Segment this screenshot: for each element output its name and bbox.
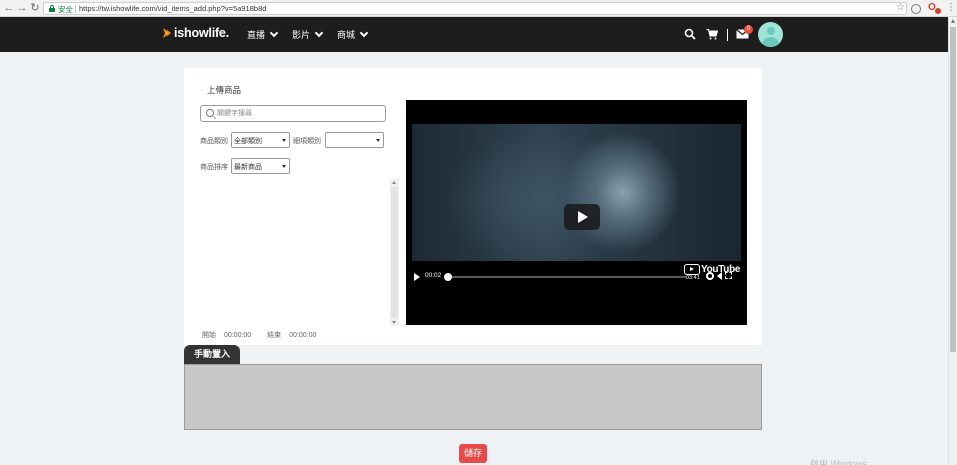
nav-live-label: 直播 bbox=[247, 30, 266, 40]
time-range: 開始 00:00:00 結束 00:00:00 bbox=[202, 330, 322, 340]
end-time[interactable]: 00:00:00 bbox=[289, 332, 316, 339]
site-header: ishowlife. 直播 影片 商城 0 bbox=[0, 17, 948, 52]
sort-select-value: 最新商品 bbox=[234, 164, 262, 171]
chevron-down-icon bbox=[269, 28, 279, 37]
nav-shop[interactable]: 商城 bbox=[337, 28, 369, 41]
bookmark-star-icon[interactable]: ☆ bbox=[896, 2, 905, 14]
product-list bbox=[200, 179, 399, 326]
logo-flame-icon bbox=[163, 28, 171, 38]
category-select-value: 全部類別 bbox=[234, 138, 262, 145]
cart-icon[interactable] bbox=[706, 28, 718, 40]
save-button[interactable]: 儲存 bbox=[459, 444, 487, 463]
logo-text: ishowlife. bbox=[174, 26, 229, 40]
page-title: 上傳商品 bbox=[207, 85, 242, 95]
lock-icon bbox=[49, 5, 55, 12]
chevron-down-icon bbox=[359, 28, 369, 37]
control-play-icon[interactable] bbox=[414, 273, 420, 281]
search-icon[interactable] bbox=[684, 28, 696, 40]
subcategory-label: 細項類別 bbox=[293, 138, 321, 145]
search-input[interactable] bbox=[217, 108, 377, 119]
progress-track[interactable] bbox=[446, 276, 686, 278]
current-time: 00:02 bbox=[425, 272, 442, 279]
search-icon bbox=[206, 109, 214, 117]
play-icon[interactable] bbox=[564, 204, 600, 230]
site-logo[interactable]: ishowlife. bbox=[162, 26, 229, 40]
product-list-scrollbar[interactable] bbox=[390, 179, 399, 326]
category-select[interactable]: 全部類別 bbox=[231, 132, 290, 148]
sort-label: 商品排序 bbox=[200, 164, 228, 171]
video-controls: 00:02 YouTube 03:41 bbox=[412, 264, 741, 284]
start-label: 開始 bbox=[202, 332, 216, 339]
nav-videos-label: 影片 bbox=[292, 30, 311, 40]
sort-select[interactable]: 最新商品 bbox=[231, 158, 290, 174]
progress-knob[interactable] bbox=[444, 273, 453, 281]
mail-badge: 0 bbox=[744, 25, 753, 34]
dropdown-arrow-icon bbox=[376, 139, 380, 142]
tab-manual-insert[interactable]: 手動置入 bbox=[184, 345, 240, 364]
dropdown-arrow-icon bbox=[282, 165, 286, 168]
header-divider bbox=[727, 29, 728, 41]
video-frame[interactable] bbox=[412, 124, 741, 261]
address-bar[interactable]: 安全 https://tw.ishowlife.com/vid_items_ad… bbox=[43, 2, 907, 15]
arrow-right-icon[interactable]: → bbox=[16, 2, 28, 14]
video-player[interactable]: 00:02 YouTube 03:41 bbox=[406, 100, 747, 325]
category-label: 商品類別 bbox=[200, 138, 228, 145]
page-scrollbar[interactable] bbox=[948, 17, 957, 465]
extension-badge bbox=[935, 8, 941, 14]
browser-toolbar: ← → ↻ 安全 https://tw.ishowlife.com/vid_it… bbox=[0, 0, 957, 17]
browser-menu-icon[interactable]: ⋮ bbox=[946, 2, 956, 14]
os-watermark: 啟用 Windows bbox=[810, 459, 868, 465]
nav-live[interactable]: 直播 bbox=[247, 28, 279, 41]
nav-shop-label: 商城 bbox=[337, 30, 356, 40]
end-label: 結束 bbox=[267, 332, 282, 339]
extension-clock-icon[interactable] bbox=[911, 4, 921, 14]
upload-product-panel: 上傳商品 商品類別 全部類別 細項類別 商品排序 最新商品 開始 00:00:0… bbox=[184, 68, 762, 345]
fullscreen-icon[interactable] bbox=[725, 272, 732, 279]
start-time[interactable]: 00:00:00 bbox=[224, 332, 251, 339]
duration: 03:41 bbox=[686, 275, 700, 281]
subcategory-select[interactable] bbox=[325, 132, 384, 148]
youtube-icon bbox=[684, 264, 700, 275]
security-label: 安全 bbox=[58, 5, 73, 14]
arrow-left-icon[interactable]: ← bbox=[3, 2, 15, 14]
nav-videos[interactable]: 影片 bbox=[292, 28, 324, 41]
keyword-search[interactable] bbox=[200, 105, 386, 122]
avatar[interactable] bbox=[758, 22, 783, 47]
omnibox-divider bbox=[75, 5, 76, 13]
chevron-down-icon bbox=[314, 28, 324, 37]
reload-icon[interactable]: ↻ bbox=[29, 2, 41, 14]
manual-insert-area[interactable] bbox=[184, 364, 762, 430]
dropdown-arrow-icon bbox=[282, 139, 286, 142]
volume-icon[interactable] bbox=[717, 272, 722, 280]
url-text[interactable]: https://tw.ishowlife.com/vid_items_add.p… bbox=[79, 4, 266, 13]
settings-icon[interactable] bbox=[706, 272, 714, 280]
